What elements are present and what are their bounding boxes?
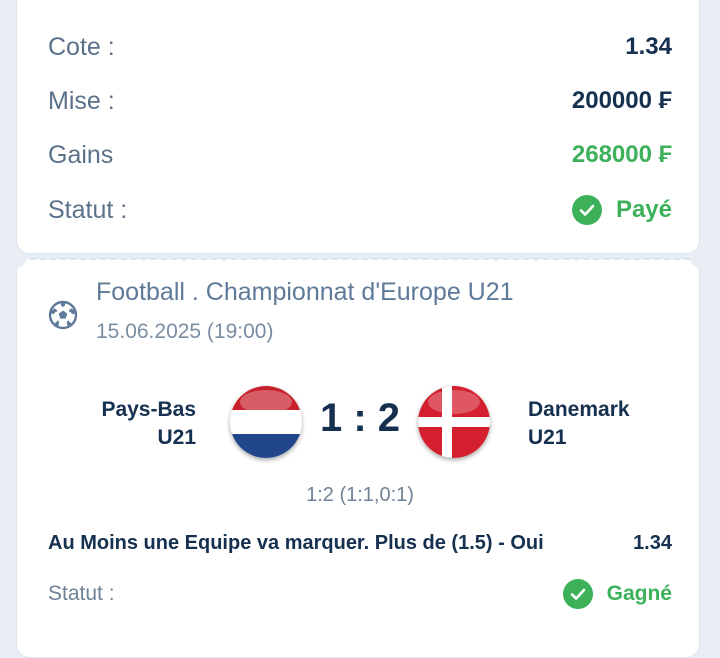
bet-market-odd: 1.34	[633, 532, 672, 554]
home-team-line2: U21	[157, 426, 196, 449]
mise-label: Mise :	[48, 86, 115, 115]
cote-label: Cote :	[48, 32, 115, 61]
match-score: 1 : 2	[319, 396, 401, 440]
mise-row: Mise : 200000 ₣	[48, 81, 672, 121]
gains-label: Gains	[48, 140, 114, 169]
event-statut-status: Gagné	[562, 579, 672, 609]
soccer-ball-icon	[48, 300, 78, 330]
bet-market: Au Moins une Equipe va marquer. Plus de …	[48, 532, 544, 554]
gains-value: 268000 ₣	[571, 141, 672, 168]
denmark-flag-icon	[418, 386, 490, 458]
netherlands-flag-icon	[230, 386, 302, 458]
away-team-line1: Danemark	[528, 398, 630, 421]
cote-value: 1.34	[625, 33, 672, 60]
statut-row: Statut : Payé	[48, 190, 672, 230]
check-circle-icon	[562, 579, 593, 609]
away-team-line2: U21	[528, 426, 567, 449]
check-circle-icon	[571, 195, 602, 225]
home-team-line1: Pays-Bas	[101, 398, 196, 421]
gains-row: Gains 268000 ₣	[48, 135, 672, 175]
league-title: Football . Championnat d'Europe U21	[96, 278, 514, 306]
event-statut-label: Statut :	[48, 582, 115, 605]
statut-status: Payé	[571, 195, 672, 225]
ticket-divider	[30, 258, 690, 260]
home-team-name: Pays-Bas U21	[56, 396, 196, 452]
statut-label: Statut :	[48, 195, 128, 224]
event-statut-row: Statut : Gagné	[48, 574, 672, 614]
score-detail: 1:2 (1:1,0:1)	[306, 484, 414, 506]
mise-value: 200000 ₣	[571, 87, 672, 114]
statut-value: Payé	[615, 196, 672, 223]
event-statut-value: Gagné	[606, 582, 672, 605]
match-date: 15.06.2025 (19:00)	[96, 320, 274, 343]
ticket-notch-right	[690, 248, 710, 268]
away-team-name: Danemark U21	[528, 396, 678, 452]
ticket-notch-left	[6, 248, 26, 268]
cote-row: Cote : 1.34	[48, 27, 672, 67]
